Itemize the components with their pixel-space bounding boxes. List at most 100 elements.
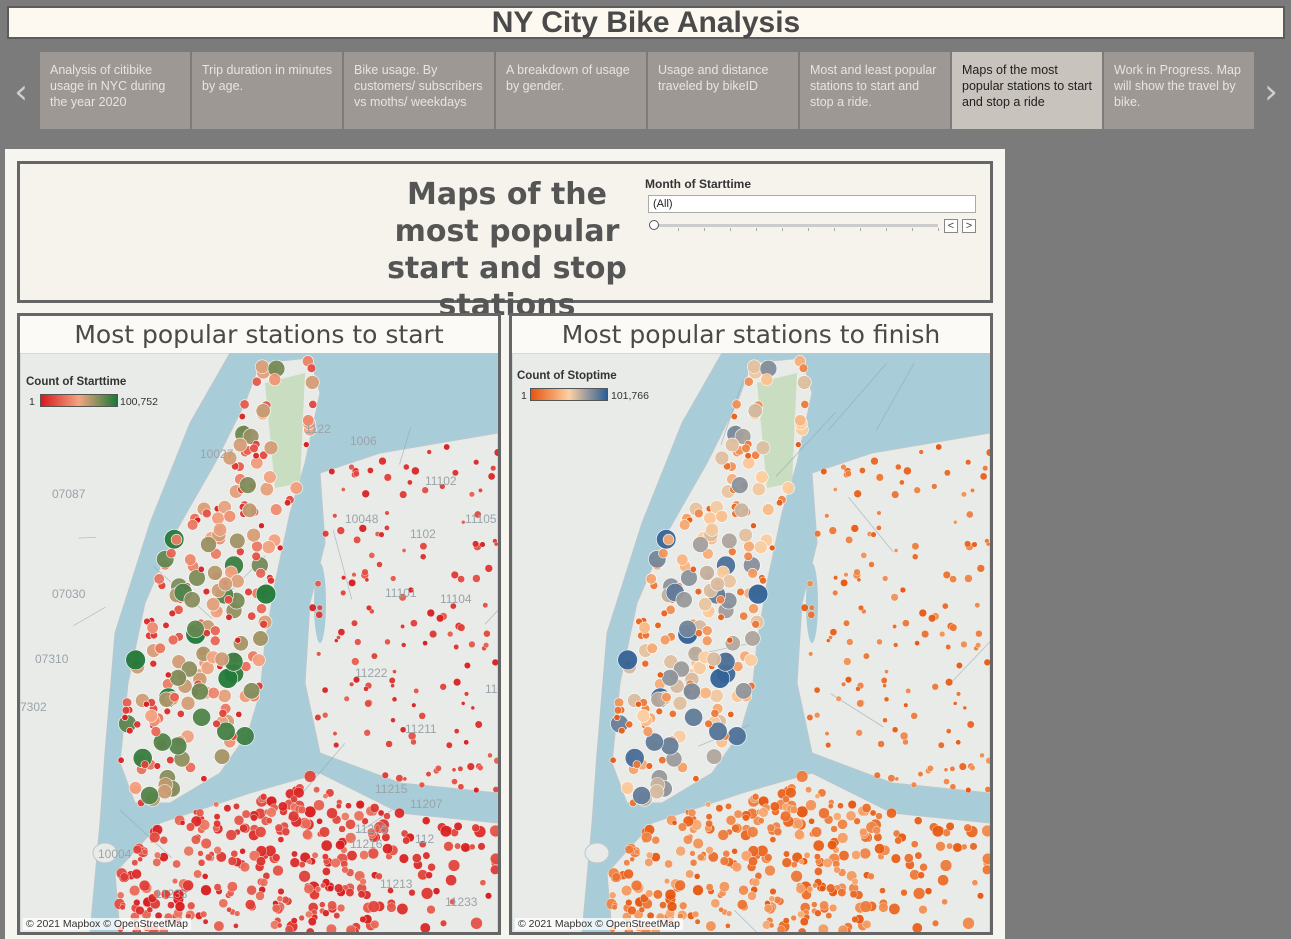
finish-map-station-marker (966, 720, 975, 729)
start-map-station-marker (443, 841, 454, 852)
zip-code-label: 11101 (385, 586, 417, 600)
finish-map-station-marker (706, 651, 722, 667)
start-map-station-marker (119, 904, 126, 911)
start-map-station-marker (206, 597, 221, 612)
finish-map-station-marker (905, 687, 912, 694)
story-next-button[interactable]: › (1262, 72, 1280, 112)
start-map-station-marker (239, 823, 248, 833)
start-stations-map[interactable]: 10027 07087 07030 07310 7302 10004 11101 11104 1… (20, 353, 498, 933)
finish-map-station-marker (902, 619, 910, 628)
finish-map-station-marker (638, 906, 646, 913)
finish-map-station-marker (662, 533, 675, 546)
start-map-station-marker (367, 467, 374, 474)
finish-map-station-marker (617, 649, 638, 671)
finish-map-station-marker (878, 902, 889, 913)
start-map-station-marker (225, 613, 233, 621)
zip-code-label: 10004 (98, 847, 132, 861)
start-map-station-marker (232, 437, 248, 453)
finish-legend-max: 101,766 (611, 390, 649, 402)
start-map-station-marker (359, 915, 367, 923)
finish-map-station-marker (859, 900, 872, 913)
start-map-station-marker (233, 815, 245, 826)
dashboard-canvas: Maps of the most popular start and stop … (5, 149, 1005, 939)
story-points: Analysis of citibike usage in NYC during… (40, 52, 1256, 129)
start-map-station-marker (256, 603, 267, 615)
start-map-station-marker (190, 682, 209, 701)
start-map-station-marker (132, 845, 142, 855)
start-map-station-marker (223, 510, 237, 523)
finish-map-station-marker (805, 786, 812, 794)
finish-map-station-marker (709, 688, 724, 703)
story-point-5[interactable]: Usage and distance traveled by bikeID (648, 52, 798, 129)
start-map-station-marker (468, 640, 476, 649)
start-map-station-marker (353, 810, 365, 822)
start-map-station-marker (330, 857, 341, 868)
finish-stations-map[interactable] (512, 353, 990, 933)
start-map-station-marker (218, 708, 228, 718)
story-point-2[interactable]: Trip duration in minutes by age. (192, 52, 342, 129)
story-point-4[interactable]: A breakdown of usage by gender. (496, 52, 646, 129)
start-map-station-marker (167, 901, 175, 909)
finish-map-station-marker (721, 532, 738, 549)
start-map-station-marker (427, 863, 436, 872)
finish-map-station-marker (645, 573, 657, 585)
slider-handle[interactable] (649, 220, 659, 230)
start-map-station-marker (470, 917, 483, 930)
start-map-station-marker (343, 695, 350, 702)
start-map-station-marker (451, 767, 457, 773)
start-map-station-marker (214, 651, 230, 667)
finish-map-station-marker (819, 900, 829, 911)
finish-map-station-marker (814, 793, 821, 799)
finish-map-credit[interactable]: © 2021 Mapbox © OpenStreetMap (515, 918, 683, 930)
start-map-station-marker (439, 683, 447, 691)
start-map-station-marker (263, 470, 277, 484)
start-legend-title: Count of Starttime (26, 376, 127, 388)
finish-map-station-marker (890, 593, 899, 602)
finish-map-station-marker (718, 906, 724, 913)
month-filter-slider[interactable] (649, 220, 939, 231)
finish-map-station-marker (736, 587, 745, 597)
finish-map-station-marker (623, 868, 634, 880)
start-map-station-marker (244, 587, 253, 597)
start-map-station-marker (322, 909, 330, 917)
start-map-station-marker (351, 619, 358, 627)
finish-map-station-marker (869, 809, 877, 817)
start-map-station-marker (327, 900, 337, 911)
start-map-credit[interactable]: © 2021 Mapbox © OpenStreetMap (23, 918, 191, 930)
dashboard-title: Maps of the most popular start and stop … (387, 177, 627, 323)
start-map-station-marker (164, 671, 172, 679)
start-map-station-marker (256, 856, 266, 867)
filter-next-button[interactable]: > (962, 219, 976, 233)
start-map-station-marker (411, 466, 420, 476)
start-map-station-marker (301, 818, 312, 829)
finish-map-station-marker (730, 412, 738, 421)
story-point-3[interactable]: Bike usage. By customers/ subscribers vs… (344, 52, 494, 129)
month-filter-dropdown[interactable]: (All) (648, 195, 976, 213)
start-map-station-marker (236, 547, 245, 557)
story-point-7[interactable]: Maps of the most popular stations to sta… (952, 52, 1102, 129)
start-map-station-marker (348, 463, 355, 471)
finish-map-station-marker (664, 889, 677, 901)
start-map-station-marker (328, 468, 336, 475)
story-point-8[interactable]: Work in Progress. Map will show the trav… (1104, 52, 1254, 129)
finish-map-station-marker (862, 919, 872, 929)
finish-map-station-marker (780, 810, 792, 822)
finish-map-station-marker (808, 651, 814, 657)
start-map-station-marker (357, 890, 366, 899)
finish-map-station-marker (790, 914, 797, 922)
finish-map-station-marker (935, 443, 943, 451)
finish-map-station-marker (642, 726, 654, 737)
finish-map-station-marker (684, 707, 704, 727)
start-map-station-marker (453, 728, 460, 734)
finish-map-station-marker (827, 840, 838, 851)
story-point-6[interactable]: Most and least popular stations to start… (800, 52, 950, 129)
start-map-station-marker (390, 683, 395, 689)
filter-prev-button[interactable]: < (944, 219, 958, 233)
story-prev-button[interactable]: ‹ (12, 72, 30, 112)
finish-map-station-marker (983, 658, 990, 666)
story-point-1[interactable]: Analysis of citibike usage in NYC during… (40, 52, 190, 129)
finish-map-station-marker (692, 838, 704, 850)
finish-map-station-marker (611, 904, 618, 911)
start-map-station-marker (298, 870, 311, 883)
zip-code-label: 11233 (155, 887, 188, 901)
